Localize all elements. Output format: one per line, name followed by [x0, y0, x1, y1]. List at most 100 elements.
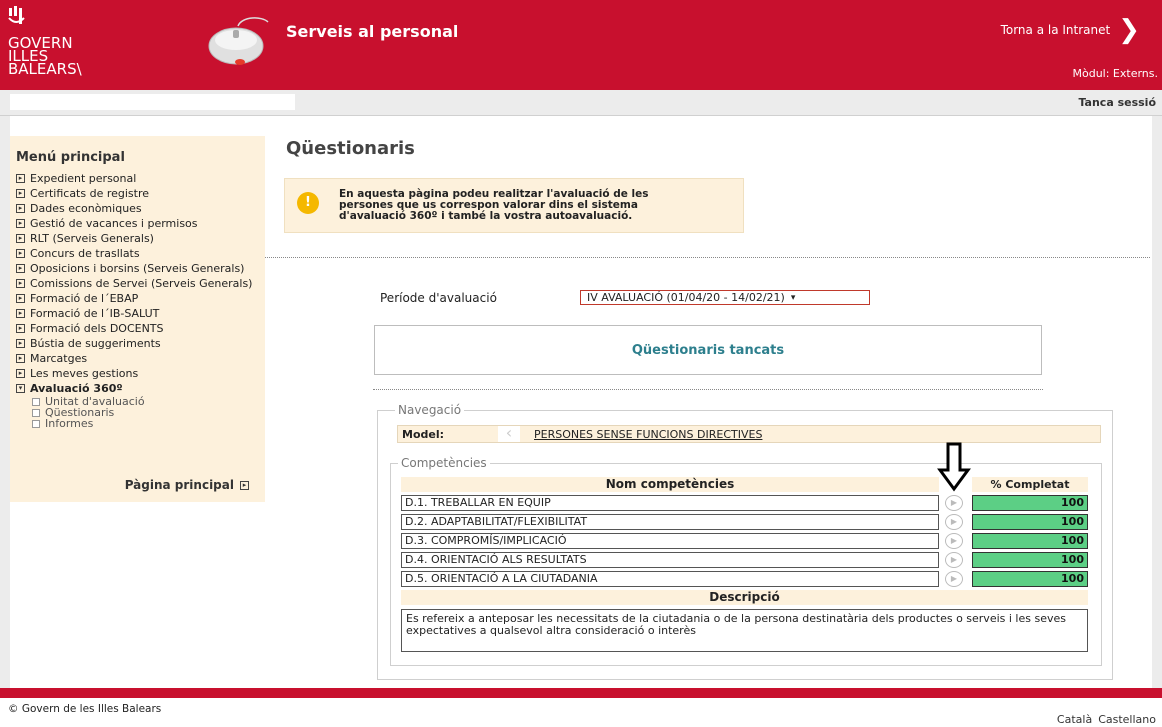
- menu-item-dades[interactable]: ▸ Dades econòmiques: [16, 203, 259, 215]
- description-header: Descripció: [401, 590, 1088, 605]
- right-gutter: [1152, 116, 1162, 688]
- menu-item-vacances[interactable]: ▸ Gestió de vacances i permisos: [16, 218, 259, 230]
- menu-item-oposicions[interactable]: ▸ Oposicions i borsins (Serveis Generals): [16, 263, 259, 275]
- select-caret-icon: ▾: [790, 292, 796, 303]
- menu-item-expedient[interactable]: ▸ Expedient personal: [16, 173, 259, 185]
- menu-item-bustia[interactable]: ▸ Bústia de suggeriments: [16, 338, 259, 350]
- menu-item-formacio-ebap[interactable]: ▸ Formació de l´EBAP: [16, 293, 259, 305]
- expand-box-icon: ▸: [16, 234, 25, 243]
- main-menu: Menú principal ▸ Expedient personal ▸ Cert…: [10, 136, 265, 502]
- menu-item-rlt[interactable]: ▸ RLT (Serveis Generals): [16, 233, 259, 245]
- menu-item-label: Formació dels DOCENTS: [30, 322, 164, 335]
- info-text-line: d'avaluació 360º i també la vostra autoa…: [339, 210, 633, 222]
- model-value-link[interactable]: PERSONES SENSE FUNCIONS DIRECTIVES: [534, 428, 762, 441]
- back-to-intranet-label: Torna a la Intranet: [1000, 23, 1111, 37]
- expand-box-icon: ▸: [16, 189, 25, 198]
- menu-item-comissions[interactable]: ▸ Comissions de Servei (Serveis Generals): [16, 278, 259, 290]
- navigation-legend: Navegació: [395, 403, 465, 417]
- info-icon: !: [297, 191, 319, 214]
- description-text: Es refereix a anteposar les necessitats …: [401, 609, 1088, 652]
- play-icon[interactable]: ▶: [945, 533, 963, 549]
- expand-box-icon: ▸: [240, 481, 249, 490]
- session-bar: Tanca sessió: [0, 90, 1162, 116]
- menu-item-avaluacio[interactable]: ▾ Avaluació 360º: [16, 383, 259, 395]
- submenu-item-informes[interactable]: Informes: [32, 418, 259, 429]
- footer-bar: [0, 688, 1162, 698]
- menu-item-label: Dades econòmiques: [30, 202, 142, 215]
- lang-castellano-link[interactable]: Castellano: [1098, 713, 1156, 726]
- percent-cell: 100: [972, 495, 1088, 511]
- expand-box-icon: ▸: [16, 174, 25, 183]
- percent-cell: 100: [972, 514, 1088, 530]
- info-notice: ! En aquesta pàgina podeu realitzar l'av…: [284, 178, 744, 233]
- header: GOVERN ILLES BALEARS\ Serveis al persona…: [0, 0, 1162, 90]
- menu-item-label: Avaluació 360º: [30, 382, 123, 395]
- menu-title: Menú principal: [16, 150, 125, 165]
- menu-item-formacio-ibsalut[interactable]: ▸ Formació de l´IB-SALUT: [16, 308, 259, 320]
- govern-logo[interactable]: GOVERN ILLES BALEARS\: [8, 6, 82, 78]
- dotted-divider: [265, 257, 1150, 258]
- play-icon[interactable]: ▶: [945, 571, 963, 587]
- submenu-item-label: Informes: [45, 417, 94, 430]
- play-icon[interactable]: ▶: [945, 552, 963, 568]
- menu-item-label: Oposicions i borsins (Serveis Generals): [30, 262, 245, 275]
- period-select[interactable]: IV AVALUACIÓ (01/04/20 - 14/02/21) ▾: [580, 290, 870, 305]
- competency-row[interactable]: D.2. ADAPTABILITAT/FLEXIBILITAT: [401, 514, 939, 530]
- lang-catalan-link[interactable]: Català: [1057, 713, 1092, 726]
- menu-item-gestions[interactable]: ▸ Les meves gestions: [16, 368, 259, 380]
- expand-box-icon: ▸: [16, 249, 25, 258]
- page: GOVERN ILLES BALEARS\ Serveis al persona…: [0, 0, 1162, 727]
- home-page-link[interactable]: Pàgina principal ▸: [125, 478, 249, 492]
- dotted-divider: [373, 389, 1043, 390]
- chevron-left-icon[interactable]: ‹: [498, 425, 520, 442]
- competencies-legend: Competències: [398, 456, 490, 470]
- percent-cell: 100: [972, 571, 1088, 587]
- play-icon[interactable]: ▶: [945, 514, 963, 530]
- competency-name-header: Nom competències: [401, 477, 939, 492]
- logout-link[interactable]: Tanca sessió: [1078, 96, 1156, 109]
- menu-item-label: Formació de l´EBAP: [30, 292, 139, 305]
- expand-box-icon: ▸: [16, 354, 25, 363]
- language-switcher: Català Castellano: [1057, 713, 1156, 726]
- collapse-box-icon: ▾: [16, 384, 25, 393]
- expand-box-icon: ▸: [16, 279, 25, 288]
- competency-row[interactable]: D.1. TREBALLAR EN EQUIP: [401, 495, 939, 511]
- menu-item-label: Bústia de suggeriments: [30, 337, 161, 350]
- competency-row[interactable]: D.5. ORIENTACIÓ A LA CIUTADANIA: [401, 571, 939, 587]
- user-info-blank: [10, 94, 295, 110]
- page-title: Qüestionaris: [286, 138, 415, 159]
- square-bullet-icon: [32, 408, 40, 417]
- period-label: Període d'avaluació: [380, 291, 497, 305]
- model-label: Model:: [402, 427, 445, 441]
- expand-box-icon: ▸: [16, 324, 25, 333]
- closed-questionnaires-title: Qüestionaris tancats: [631, 342, 785, 358]
- logo-mark-icon: [8, 6, 82, 33]
- home-page-label: Pàgina principal: [124, 478, 234, 492]
- play-icon[interactable]: ▶: [945, 495, 963, 511]
- square-bullet-icon: [32, 397, 40, 406]
- back-to-intranet-link[interactable]: Torna a la Intranet ❯: [1000, 17, 1140, 43]
- mouse-icon: [202, 12, 272, 68]
- menu-item-certificats[interactable]: ▸ Certificats de registre: [16, 188, 259, 200]
- percent-cell: 100: [972, 552, 1088, 568]
- module-label: Mòdul: Externs.: [1072, 67, 1158, 80]
- competency-row[interactable]: D.3. COMPROMÍS/IMPLICACIÓ: [401, 533, 939, 549]
- logo-line-3: BALEARS\: [8, 60, 82, 78]
- menu-item-label: RLT (Serveis Generals): [30, 232, 154, 245]
- expand-box-icon: ▸: [16, 264, 25, 273]
- square-bullet-icon: [32, 419, 40, 428]
- closed-questionnaires-box: Qüestionaris tancats: [374, 325, 1042, 375]
- expand-box-icon: ▸: [16, 309, 25, 318]
- menu-item-formacio-docents[interactable]: ▸ Formació dels DOCENTS: [16, 323, 259, 335]
- menu-item-concurs[interactable]: ▸ Concurs de trasllats: [16, 248, 259, 260]
- menu-item-marcatges[interactable]: ▸ Marcatges: [16, 353, 259, 365]
- expand-box-icon: ▸: [16, 219, 25, 228]
- menu-item-label: Les meves gestions: [30, 367, 139, 380]
- competency-row[interactable]: D.4. ORIENTACIÓ ALS RESULTATS: [401, 552, 939, 568]
- menu-item-label: Concurs de trasllats: [30, 247, 140, 260]
- percent-complete-header: % Completat: [972, 477, 1088, 492]
- app-title: Serveis al personal: [286, 22, 459, 41]
- copyright: © Govern de les Illes Balears: [8, 703, 162, 715]
- menu-item-label: Marcatges: [30, 352, 88, 365]
- menu-item-label: Formació de l´IB-SALUT: [30, 307, 160, 320]
